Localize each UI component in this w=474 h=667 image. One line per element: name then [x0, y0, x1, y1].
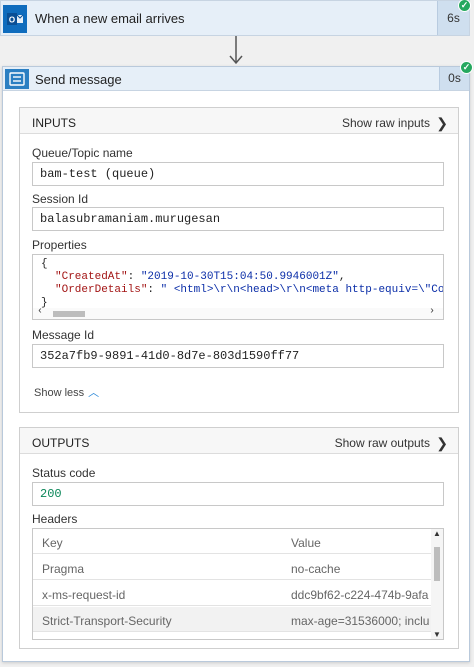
row-key: x-ms-request-id: [42, 588, 126, 602]
scroll-up-icon[interactable]: ▲: [433, 529, 441, 538]
trigger-title: When a new email arrives: [35, 11, 185, 26]
table-row[interactable]: X-Content-Type-Options nosniff: [33, 633, 431, 639]
scrollbar-thumb[interactable]: [434, 547, 440, 581]
scroll-down-icon[interactable]: ▼: [433, 630, 441, 639]
outputs-panel: OUTPUTS Show raw outputs ❯ Status code 2…: [19, 427, 459, 649]
outputs-panel-header: OUTPUTS Show raw outputs ❯: [20, 428, 458, 454]
show-raw-outputs-link[interactable]: Show raw outputs: [335, 436, 430, 450]
scroll-right-icon[interactable]: ›: [429, 306, 435, 317]
properties-json-view[interactable]: { "CreatedAt": "2019-10-30T15:04:50.9946…: [32, 254, 444, 320]
horizontal-scrollbar[interactable]: ‹ ›: [33, 306, 443, 319]
success-check-icon: ✓: [460, 61, 473, 74]
json-open-brace: {: [41, 258, 48, 270]
action-title: Send message: [35, 72, 122, 87]
show-less-label: Show less: [34, 387, 85, 399]
row-value: ddc9bf62-c224-474b-9afa-c6...: [291, 588, 429, 602]
chevron-right-icon[interactable]: ❯: [436, 435, 448, 452]
row-value: no-cache: [291, 562, 341, 576]
success-check-icon: ✓: [458, 0, 471, 12]
session-label: Session Id: [32, 192, 89, 206]
row-key: Strict-Transport-Security: [42, 614, 172, 628]
row-key: Pragma: [42, 562, 85, 576]
service-bus-icon: [5, 69, 29, 89]
inputs-panel: INPUTS Show raw inputs ❯ Queue/Topic nam…: [19, 107, 459, 413]
queue-field: bam-test (queue): [32, 162, 444, 186]
show-raw-inputs-link[interactable]: Show raw inputs: [342, 116, 430, 130]
headers-table-header: Key Value: [33, 529, 431, 554]
headers-label: Headers: [32, 512, 78, 526]
session-field: balasubramaniam.murugesan: [32, 207, 444, 231]
headers-table: Key Value Pragma no-cache x-ms-request-i…: [32, 528, 444, 640]
column-key: Key: [42, 536, 63, 550]
action-step-header[interactable]: Send message 0s ✓: [3, 61, 473, 91]
queue-label: Queue/Topic name: [32, 146, 133, 160]
outlook-icon: O: [3, 5, 27, 33]
row-value: max-age=31536000; includeS...: [291, 614, 429, 628]
message-id-field: 352a7fb9-9891-41d0-8d7e-803d1590ff77: [32, 344, 444, 368]
properties-label: Properties: [32, 238, 87, 252]
table-row[interactable]: Strict-Transport-Security max-age=315360…: [33, 607, 431, 632]
vertical-scrollbar[interactable]: ▲ ▼: [431, 529, 443, 639]
inputs-section-title: INPUTS: [32, 116, 77, 130]
chevron-right-icon[interactable]: ❯: [436, 115, 448, 132]
message-id-label: Message Id: [32, 328, 95, 342]
scrollbar-thumb[interactable]: [53, 311, 85, 317]
chevron-up-icon: ︿: [88, 387, 100, 399]
outputs-section-title: OUTPUTS: [32, 436, 90, 450]
trigger-step-header[interactable]: O When a new email arrives 6s ✓: [0, 0, 471, 36]
column-value: Value: [291, 536, 321, 550]
json-line-orderdetails: "OrderDetails": " <html>\r\n<head>\r\n<m…: [55, 284, 444, 296]
scroll-left-icon[interactable]: ‹: [37, 306, 43, 317]
status-code-field: 200: [32, 482, 444, 506]
send-message-card: Send message 0s ✓ INPUTS Show raw inputs…: [2, 61, 473, 662]
table-row[interactable]: x-ms-request-id ddc9bf62-c224-474b-9afa-…: [33, 581, 431, 606]
status-code-label: Status code: [32, 466, 96, 480]
svg-text:O: O: [9, 16, 15, 25]
table-row[interactable]: Pragma no-cache: [33, 555, 431, 580]
json-line-createdat: "CreatedAt": "2019-10-30T15:04:50.994600…: [55, 271, 346, 283]
connector-arrow-icon: [229, 36, 243, 65]
show-less-toggle[interactable]: Show less ︿: [34, 384, 99, 400]
inputs-panel-header: INPUTS Show raw inputs ❯: [20, 108, 458, 134]
